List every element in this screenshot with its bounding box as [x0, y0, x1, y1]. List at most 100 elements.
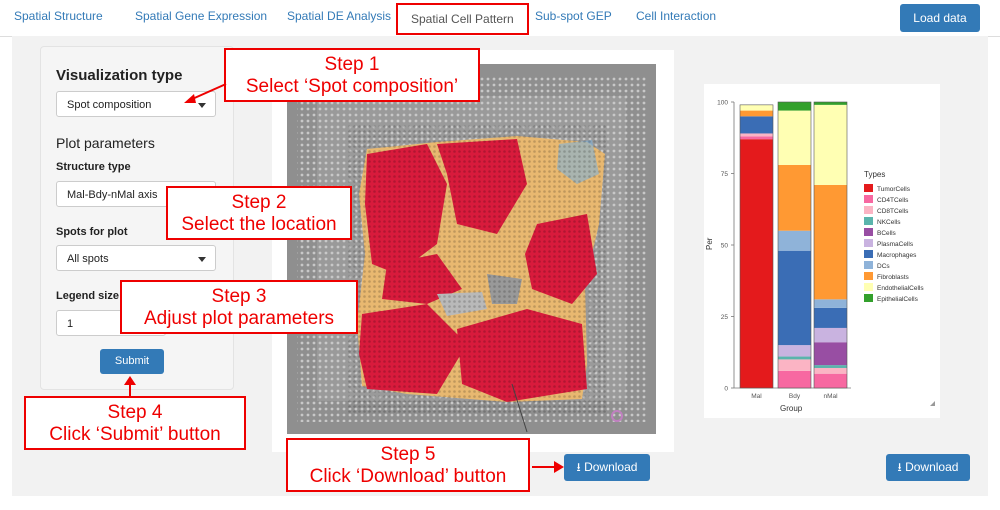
tab-cell-interaction[interactable]: Cell Interaction	[636, 9, 716, 23]
download-icon: ⭳	[897, 460, 902, 474]
legend-swatch	[864, 184, 873, 192]
load-data-button[interactable]: Load data	[900, 4, 980, 32]
tab-spatial-cell-pattern[interactable]: Spatial Cell Pattern	[396, 3, 529, 35]
y-axis-label: Per	[705, 237, 714, 250]
step-5-text: Click ‘Download’ button	[309, 466, 507, 487]
step-4-callout: Step 4 Click ‘Submit’ button	[24, 396, 246, 450]
bar-segment	[778, 356, 811, 360]
x-axis-label: Group	[780, 404, 803, 413]
bar-segment	[778, 345, 811, 357]
legend-swatch	[864, 239, 873, 247]
step-3-title: Step 3	[211, 286, 267, 307]
step-5-title: Step 5	[380, 444, 436, 465]
step-5-callout: Step 5 Click ‘Download’ button	[286, 438, 530, 492]
y-tick-label: 0	[724, 386, 728, 393]
bar-segment	[740, 116, 773, 134]
bar-segment	[814, 342, 847, 366]
legend-swatch	[864, 195, 873, 203]
step-3-callout: Step 3 Adjust plot parameters	[120, 280, 358, 334]
step-4-text: Click ‘Submit’ button	[49, 424, 221, 445]
x-tick-label: Mal	[751, 393, 762, 400]
legend-entry: CD8TCells	[877, 208, 909, 215]
legend-entry: TumorCells	[877, 186, 911, 193]
plot-params-heading: Plot parameters	[56, 135, 155, 151]
step-1-title: Step 1	[324, 54, 380, 75]
bar-segment	[740, 110, 773, 117]
step-1-callout: Step 1 Select ‘Spot composition’	[224, 48, 480, 102]
legend-swatch	[864, 217, 873, 225]
bar-segment	[814, 104, 847, 185]
bar-segment	[814, 299, 847, 308]
caret-down-icon	[198, 257, 206, 262]
step-2-title: Step 2	[231, 192, 287, 213]
legend-size-value: 1	[67, 318, 74, 330]
bar-segment	[814, 102, 847, 105]
bar-segment	[778, 250, 811, 346]
bar-segment	[740, 104, 773, 111]
legend-swatch	[864, 283, 873, 291]
bar-segment	[814, 184, 847, 300]
legend-size-label: Legend size	[56, 290, 119, 302]
legend-entry: Macrophages	[877, 252, 917, 259]
bar-segment	[778, 164, 811, 231]
spots-select[interactable]: All spots	[56, 245, 216, 271]
step-2-text: Select the location	[181, 214, 337, 235]
bar-segment	[740, 139, 773, 388]
legend-swatch	[864, 250, 873, 258]
legend-entry: NKCells	[877, 219, 901, 226]
step-4-title: Step 4	[107, 402, 163, 423]
step-5-arrow	[532, 461, 564, 473]
tab-spatial-gene-expression[interactable]: Spatial Gene Expression	[135, 9, 267, 23]
bar-segment	[778, 102, 811, 111]
bar-segment	[778, 230, 811, 251]
y-tick-label: 25	[721, 314, 729, 321]
bar-segment	[778, 110, 811, 165]
legend-entry: DCs	[877, 263, 890, 270]
legend-swatch	[864, 294, 873, 302]
bar-segment	[740, 136, 773, 140]
tissue-spot-image	[287, 64, 656, 434]
legend-entry: EpithelialCells	[877, 296, 919, 303]
spots-label: Spots for plot	[56, 226, 128, 238]
download-label: Download	[584, 460, 638, 474]
y-tick-label: 100	[717, 100, 728, 107]
download-image-button[interactable]: ⭳ Download	[564, 454, 650, 481]
top-nav: Spatial Structure Spatial Gene Expressio…	[0, 0, 1000, 37]
legend-swatch	[864, 228, 873, 236]
structure-type-value: Mal-Bdy-nMal axis	[67, 189, 158, 201]
tab-spatial-structure[interactable]: Spatial Structure	[14, 9, 103, 23]
tab-spatial-de-analysis[interactable]: Spatial DE Analysis	[287, 9, 391, 23]
x-tick-label: Bdy	[789, 393, 801, 400]
bar-segment	[814, 373, 847, 388]
legend-entry: BCells	[877, 230, 897, 237]
legend-entry: CD4TCells	[877, 197, 909, 204]
step-3-text: Adjust plot parameters	[143, 308, 335, 329]
legend-swatch	[864, 261, 873, 269]
step-2-callout: Step 2 Select the location	[166, 186, 352, 240]
submit-button[interactable]: Submit	[100, 349, 164, 374]
legend-swatch	[864, 206, 873, 214]
vis-type-value: Spot composition	[67, 99, 152, 111]
download-icon: ⭳	[576, 460, 581, 474]
tab-sub-spot-gep[interactable]: Sub-spot GEP	[535, 9, 612, 23]
bar-segment	[814, 327, 847, 343]
legend-title: Types	[864, 170, 885, 179]
legend-entry: EndothelialCells	[877, 285, 924, 292]
legend-entry: PlasmaCells	[877, 241, 914, 248]
step-4-arrow	[124, 376, 136, 397]
legend-swatch	[864, 272, 873, 280]
spots-value: All spots	[67, 253, 109, 265]
x-tick-label: nMal	[823, 393, 838, 400]
download-chart-button[interactable]: ⭳ Download	[886, 454, 970, 481]
y-tick-label: 50	[721, 243, 729, 250]
legend-entry: Fibroblasts	[877, 274, 910, 281]
bar-segment	[740, 133, 773, 137]
structure-type-label: Structure type	[56, 161, 131, 173]
vis-type-heading: Visualization type	[56, 67, 183, 84]
bar-segment	[778, 359, 811, 371]
bar-segment	[814, 367, 847, 374]
composition-chart-svg: 0 25 50 75 100 Mal Bdy nMal Per Group Types Tu…	[705, 100, 935, 413]
step-1-text: Select ‘Spot composition’	[245, 76, 459, 97]
step-1-arrow	[184, 83, 227, 103]
bar-segment	[814, 307, 847, 328]
